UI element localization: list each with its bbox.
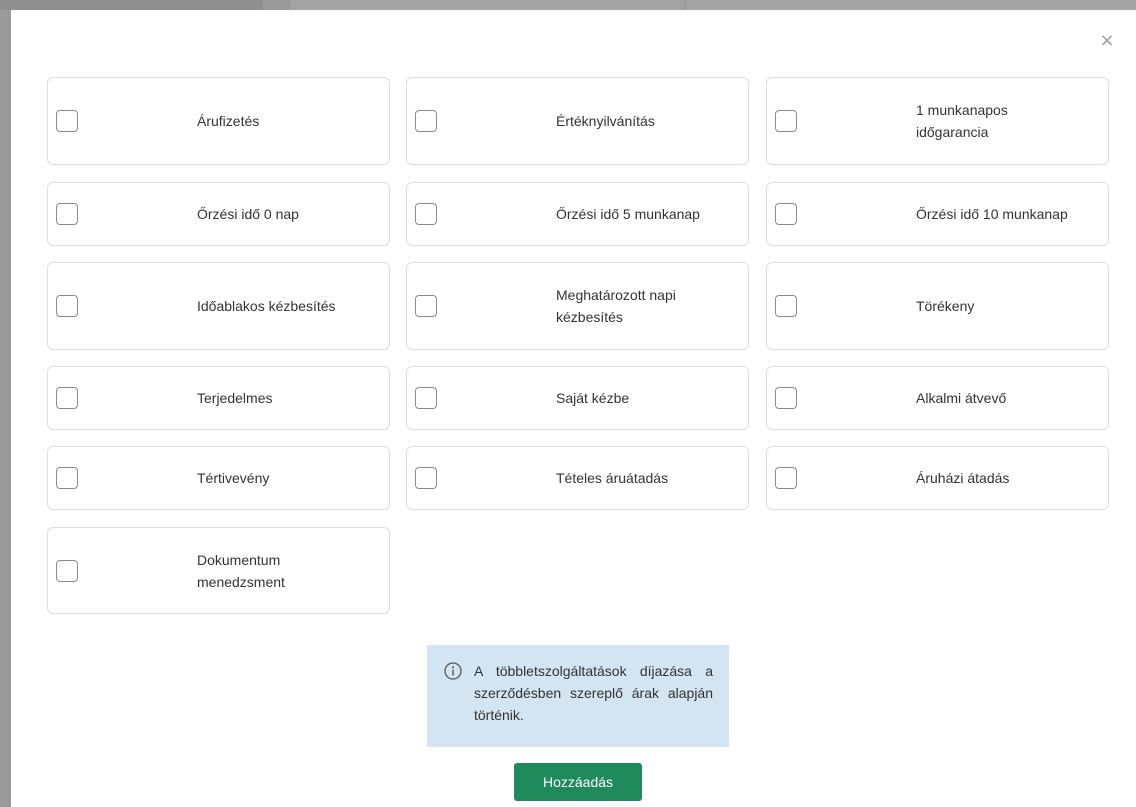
- info-text: A többletszolgáltatások díjazása a szerz…: [474, 663, 713, 723]
- option-dokumentum-menedzsment[interactable]: Dokumentum menedzsment: [47, 527, 390, 614]
- background-column: [686, 0, 1136, 10]
- option-label: Meghatározott napi kézbesítés: [556, 287, 676, 325]
- option-idoablakos-kezbesites[interactable]: Időablakos kézbesítés: [47, 262, 390, 350]
- background-column: [0, 0, 263, 10]
- option-1-munkanapos-idogarancia[interactable]: 1 munkanapos időgarancia: [766, 77, 1109, 165]
- option-tertiveveny[interactable]: Tértivevény: [47, 446, 390, 510]
- info-circle-icon: [444, 662, 462, 680]
- checkbox[interactable]: [56, 387, 78, 409]
- option-label: Alkalmi átvevő: [916, 390, 1007, 406]
- option-label: Dokumentum menedzsment: [197, 551, 285, 590]
- option-erteknyilvanitas[interactable]: Értéknyilvánítás: [406, 77, 749, 165]
- background-column: [290, 0, 684, 10]
- close-icon[interactable]: ×: [1098, 32, 1116, 50]
- info-notice: A többletszolgáltatások díjazása a szerz…: [427, 645, 729, 747]
- option-teteles-aruatadas[interactable]: Tételes áruátadás: [406, 446, 749, 510]
- checkbox[interactable]: [415, 203, 437, 225]
- option-meghatarozott-napi-kezbesites[interactable]: Meghatározott napi kézbesítés: [406, 262, 749, 350]
- option-label: Árufizetés: [197, 113, 260, 129]
- option-label: Törékeny: [916, 298, 975, 314]
- option-torekeny[interactable]: Törékeny: [766, 262, 1109, 350]
- checkbox[interactable]: [56, 110, 78, 132]
- checkbox[interactable]: [56, 203, 78, 225]
- checkbox[interactable]: [775, 295, 797, 317]
- add-button[interactable]: Hozzáadás: [514, 763, 642, 801]
- option-label: Tértivevény: [197, 470, 270, 486]
- option-label: Áruházi átadás: [916, 470, 1010, 486]
- extra-services-modal: × Árufizetés Értéknyilvánítás 1 munkanap…: [11, 10, 1136, 807]
- checkbox[interactable]: [775, 467, 797, 489]
- checkbox[interactable]: [415, 295, 437, 317]
- option-label: Terjedelmes: [197, 390, 273, 406]
- checkbox[interactable]: [415, 110, 437, 132]
- option-aruhazi-atadas[interactable]: Áruházi átadás: [766, 446, 1109, 510]
- option-orzesi-ido-0-nap[interactable]: Őrzési idő 0 nap: [47, 182, 390, 246]
- option-arufizetes[interactable]: Árufizetés: [47, 77, 390, 165]
- checkbox[interactable]: [775, 203, 797, 225]
- option-terjedelmes[interactable]: Terjedelmes: [47, 366, 390, 430]
- option-label: 1 munkanapos időgarancia: [916, 102, 1008, 140]
- option-label: Őrzési idő 10 munkanap: [916, 206, 1068, 222]
- checkbox[interactable]: [56, 295, 78, 317]
- option-label: Saját kézbe: [556, 390, 630, 406]
- checkbox[interactable]: [56, 467, 78, 489]
- option-label: Tételes áruátadás: [556, 470, 669, 486]
- checkbox[interactable]: [415, 467, 437, 489]
- option-orzesi-ido-5-munkanap[interactable]: Őrzési idő 5 munkanap: [406, 182, 749, 246]
- option-label: Értéknyilvánítás: [556, 113, 655, 129]
- option-orzesi-ido-10-munkanap[interactable]: Őrzési idő 10 munkanap: [766, 182, 1109, 246]
- option-label: Őrzési idő 0 nap: [197, 206, 299, 222]
- checkbox[interactable]: [415, 387, 437, 409]
- option-label: Időablakos kézbesítés: [197, 298, 336, 314]
- checkbox[interactable]: [775, 387, 797, 409]
- option-alkalmi-atvevo[interactable]: Alkalmi átvevő: [766, 366, 1109, 430]
- checkbox[interactable]: [775, 110, 797, 132]
- option-sajat-kezbe[interactable]: Saját kézbe: [406, 366, 749, 430]
- checkbox[interactable]: [56, 559, 78, 582]
- option-label: Őrzési idő 5 munkanap: [556, 206, 700, 222]
